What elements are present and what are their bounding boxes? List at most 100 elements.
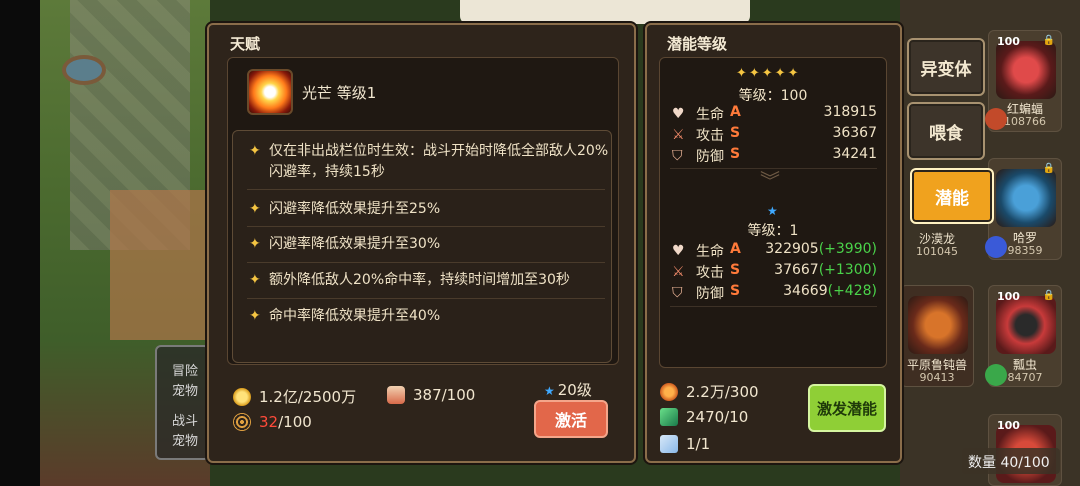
talent-effect: ✦ 额外降低敌人20%命中率，持续时间增加至30秒 (249, 270, 609, 291)
effect-text: 命中率降低效果提升至40% (269, 308, 441, 324)
talent-effects-list: ✦ 仅在非出战栏位时生效：战斗开始时降低全部敌人20%闪避率，持续15秒 ✦ 闪… (232, 130, 612, 363)
stat-value: 322905 (765, 241, 819, 257)
talent-effect: ✦ 闪避率降低效果提升至30% (249, 234, 609, 255)
stat-grade: S (730, 262, 741, 278)
pet-portrait (996, 169, 1056, 227)
effect-text: 闪避率降低效果提升至30% (269, 236, 441, 252)
sparkle-icon: ✦ (249, 236, 261, 252)
awaken-potential-button[interactable]: 激发潜能 (808, 384, 886, 432)
stat-grade: S (730, 125, 741, 141)
sparkle-icon: ✦ (249, 201, 261, 217)
talent-title: 天赋 (230, 35, 261, 53)
spider-web-icon (233, 413, 251, 431)
ticket-icon (660, 435, 678, 453)
material-ticket: 1/1 (660, 435, 710, 453)
stat-value: 34669 (783, 283, 828, 299)
material-egg: 2.2万/300 (660, 381, 759, 402)
stat-label: 攻击 (696, 265, 724, 281)
divider (247, 298, 605, 299)
blue-star-icon: ★ (767, 204, 778, 218)
potion-amount: 387/100 (413, 386, 476, 404)
gold-coin-icon (233, 387, 251, 406)
pet-element-icon (985, 108, 1007, 130)
next-stat-hp: ♥ 生命 A 322905(+3990) (672, 241, 877, 261)
fire-egg-icon (660, 382, 678, 401)
left-black-bar (0, 0, 40, 486)
pet-element-icon (985, 236, 1007, 258)
current-stat-def: ⛉ 防御 S 34241 (672, 146, 877, 166)
lock-icon: 🔒 (1042, 290, 1055, 301)
sword-icon: ⚔ (672, 264, 685, 280)
stat-label: 生命 (696, 107, 724, 123)
chevron-down-icon: ︾ (760, 169, 780, 193)
pet-quantity: 数量 40/100 (962, 448, 1060, 474)
material-crystal: 2470/10 (660, 408, 748, 426)
current-stat-hp: ♥ 生命 A 318915 (672, 104, 877, 124)
tab-potential[interactable]: 潜能 (910, 168, 994, 224)
shield-icon: ⛉ (672, 148, 683, 164)
pet-level: 100 (997, 419, 1020, 432)
divider (247, 262, 605, 263)
sparkle-icon: ✦ (249, 308, 261, 324)
next-potential-level: 等级：1 (747, 223, 799, 239)
stat-bonus: (+3990) (818, 241, 877, 257)
material-amount: 2.2万/300 (686, 383, 759, 401)
stat-grade: S (730, 146, 741, 162)
pet-card[interactable]: 平原鲁钝兽 90413 (900, 285, 974, 387)
web-cost: 32/100 (233, 413, 312, 431)
divider (247, 189, 605, 190)
pet-power: 101045 (916, 245, 958, 258)
bg-panel-line: 冒险 (172, 364, 199, 379)
required-level: ★ 20级 (544, 379, 592, 400)
stat-label: 防御 (696, 286, 724, 302)
bg-panel-line: 宠物 (172, 384, 199, 399)
required-level-text: 20级 (557, 381, 592, 399)
bg-panel-line: 宠物 (172, 434, 199, 449)
sparkle-icon: ✦ (249, 272, 261, 288)
pet-portrait (908, 296, 968, 354)
pet-portrait (996, 296, 1056, 354)
pet-level: 100 (997, 290, 1020, 303)
material-amount: 1/1 (686, 435, 711, 453)
stat-label: 生命 (696, 244, 724, 260)
green-crystal-icon (660, 408, 678, 426)
web-have: 32 (259, 413, 279, 431)
stat-value: 318915 (823, 104, 877, 120)
stat-grade: S (730, 283, 741, 299)
gold-amount: 1.2亿/2500万 (259, 388, 357, 406)
heart-icon: ♥ (672, 106, 685, 122)
tab-mutant[interactable]: 异变体 (907, 38, 985, 96)
bg-panel-line: 战斗 (172, 414, 199, 429)
effect-text: 额外降低敌人20%命中率，持续时间增加至30秒 (269, 272, 570, 288)
blue-star-icon: ★ (544, 384, 555, 398)
next-stat-def: ⛉ 防御 S 34669(+428) (672, 283, 877, 303)
effect-text: 闪避率降低效果提升至25% (269, 201, 441, 217)
stat-value: 34241 (832, 146, 877, 162)
potion-bottle-icon (387, 386, 405, 404)
lock-icon: 🔒 (1042, 163, 1055, 174)
stat-label: 防御 (696, 149, 724, 165)
stat-bonus: (+1300) (818, 262, 877, 278)
stat-bonus: (+428) (827, 283, 877, 299)
dirt-patch (110, 190, 210, 340)
sparkle-icon: ✦ (249, 143, 261, 159)
tab-feed[interactable]: 喂食 (907, 102, 985, 160)
current-potential-level: 等级：100 (738, 88, 808, 104)
gold-cost: 1.2亿/2500万 (233, 386, 356, 407)
next-stat-atk: ⚔ 攻击 S 37667(+1300) (672, 262, 877, 282)
stat-grade: A (730, 104, 741, 120)
current-stat-atk: ⚔ 攻击 S 36367 (672, 125, 877, 145)
potion-cost: 387/100 (387, 386, 475, 404)
five-stars-icon: ✦✦✦✦✦ (736, 66, 801, 81)
top-banner (460, 0, 750, 24)
effect-text: 仅在非出战栏位时生效：战斗开始时降低全部敌人20%闪避率，持续15秒 (269, 143, 609, 180)
heart-icon: ♥ (672, 243, 685, 259)
stat-value: 36367 (832, 125, 877, 141)
water-bucket (62, 55, 106, 85)
activate-button[interactable]: 激活 (534, 400, 608, 438)
stat-value: 37667 (774, 262, 819, 278)
divider (247, 226, 605, 227)
stat-grade: A (730, 241, 741, 257)
talent-name: 光芒 等级1 (302, 84, 377, 102)
radiance-talent-icon (247, 69, 293, 115)
